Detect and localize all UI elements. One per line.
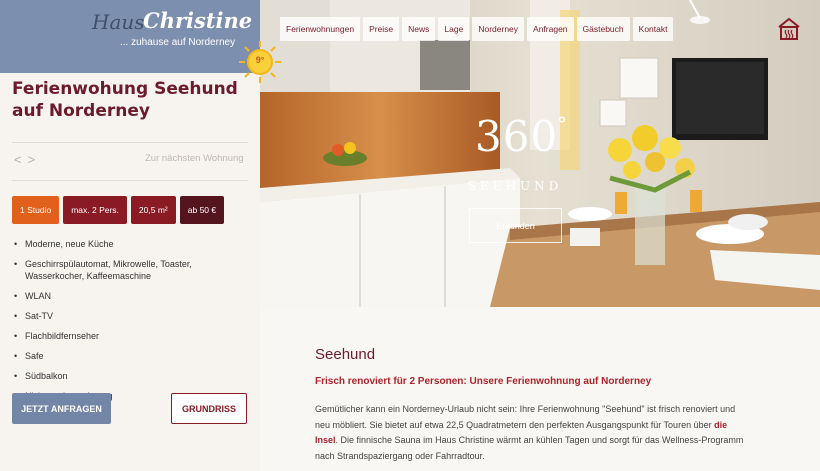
section-title: Seehund [315, 346, 376, 363]
badge-persons: max. 2 Pers. [63, 196, 127, 224]
divider [12, 142, 248, 143]
explore-button[interactable]: Erkunden [469, 208, 562, 243]
weather-sun-icon: 9° [238, 40, 282, 84]
prev-apartment-icon[interactable]: < [14, 152, 28, 167]
feature-item: Flachbildfernseher [14, 330, 250, 342]
feature-list: Moderne, neue Küche Geschirrspülautomat,… [14, 238, 250, 410]
panorama-degree-sign: ° [557, 112, 567, 136]
nav-ferienwohnungen[interactable]: Ferienwohnungen [280, 17, 361, 41]
panorama-360-label: 360 [475, 112, 559, 161]
apartment-nav-arrows: <> [14, 152, 41, 167]
request-now-button[interactable]: JETZT ANFRAGEN [12, 393, 111, 424]
nav-lage[interactable]: Lage [438, 17, 470, 41]
nav-news[interactable]: News [402, 17, 436, 41]
logo[interactable]: Haus Christine ... zuhause auf Norderney [0, 0, 260, 73]
logo-haus: Haus [92, 10, 145, 34]
temperature-value: 9° [255, 55, 265, 65]
body-text-part2: . Die finnische Sauna im Haus Christine … [315, 435, 744, 461]
divider [12, 180, 248, 181]
panorama-apartment-label: SEEHUND [467, 179, 563, 193]
feature-item: Geschirrspülautomat, Mikrowelle, Toaster… [14, 258, 250, 282]
feature-item: Südbalkon [14, 370, 250, 382]
body-text-part1: Gemütlicher kann ein Norderney-Urlaub ni… [315, 404, 736, 430]
feature-item: Moderne, neue Küche [14, 238, 250, 250]
next-apartment-icon[interactable]: > [28, 152, 42, 167]
sauna-icon[interactable] [777, 17, 801, 41]
nav-preise[interactable]: Preise [363, 17, 400, 41]
nav-anfragen[interactable]: Anfragen [527, 17, 574, 41]
logo-tagline: ... zuhause auf Norderney [120, 37, 236, 48]
main-navigation: Ferienwohnungen Preise News Lage Nordern… [280, 17, 674, 41]
nav-gaestebuch[interactable]: Gästebuch [576, 17, 630, 41]
section-subtitle: Frisch renoviert für 2 Personen: Unsere … [315, 376, 652, 387]
badge-size: 20,5 m² [130, 196, 176, 224]
floorplan-button[interactable]: GRUNDRISS [171, 393, 247, 424]
apartment-title: Ferienwohung Seehund auf Norderney [12, 79, 238, 121]
nav-norderney[interactable]: Norderney [472, 17, 525, 41]
section-body: Gemütlicher kann ein Norderney-Urlaub ni… [315, 402, 747, 464]
next-apartment-link[interactable]: Zur nächsten Wohnung [145, 153, 244, 164]
badge-type: 1 Studio [12, 196, 60, 224]
feature-item: WLAN [14, 290, 250, 302]
feature-item: Sat-TV [14, 310, 250, 322]
left-column: Haus Christine ... zuhause auf Norderney… [0, 0, 260, 471]
apartment-badges: 1 Studio max. 2 Pers. 20,5 m² ab 50 € [12, 196, 225, 224]
nav-kontakt[interactable]: Kontakt [632, 17, 674, 41]
feature-item: Safe [14, 350, 250, 362]
logo-christine: Christine [143, 8, 253, 33]
badge-price: ab 50 € [179, 196, 225, 224]
